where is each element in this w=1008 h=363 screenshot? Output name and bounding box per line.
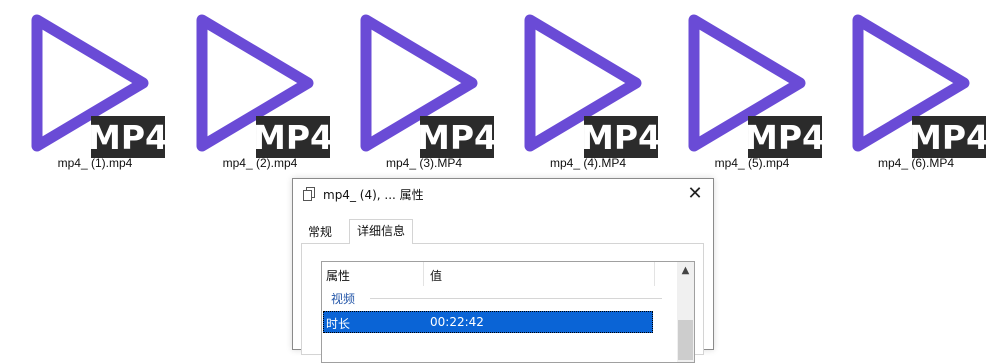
file-item[interactable]: MP4 mp4_ (4).MP4: [513, 4, 663, 174]
column-divider[interactable]: [423, 262, 424, 286]
video-file-thumbnail-icon: MP4: [524, 14, 658, 158]
mp4-badge: MP4: [253, 118, 330, 157]
document-icon: [303, 187, 315, 201]
column-header-value[interactable]: 值: [430, 267, 442, 284]
group-divider: [370, 298, 662, 299]
mp4-badge: MP4: [417, 118, 494, 157]
file-name: mp4_ (3).MP4: [385, 156, 463, 170]
property-list[interactable]: 属性 值 视频 时长 00:22:42 ▲: [321, 261, 695, 363]
file-grid: MP4 mp4_ (1).mp4 MP4 mp4_ (2).mp4 MP4 mp…: [0, 0, 1008, 180]
file-name: mp4_ (6).MP4: [877, 156, 955, 170]
video-file-thumbnail-icon: MP4: [196, 14, 330, 158]
file-name: mp4_ (1).mp4: [57, 156, 133, 170]
scroll-thumb[interactable]: [678, 320, 693, 360]
mp4-badge: MP4: [581, 118, 658, 157]
video-file-thumbnail-icon: MP4: [31, 14, 165, 158]
video-file-thumbnail-icon: MP4: [360, 14, 494, 158]
file-name: mp4_ (4).MP4: [549, 156, 627, 170]
tab-details[interactable]: 详细信息: [349, 219, 414, 244]
video-file-thumbnail-icon: MP4: [688, 14, 822, 158]
mp4-badge: MP4: [745, 118, 822, 157]
file-item[interactable]: MP4 mp4_ (2).mp4: [185, 4, 335, 174]
group-header-video: 视频: [322, 288, 672, 308]
scroll-up-icon[interactable]: ▲: [677, 262, 694, 279]
details-panel: 属性 值 视频 时长 00:22:42 ▲: [301, 243, 704, 363]
group-label: 视频: [331, 292, 356, 306]
file-item[interactable]: MP4 mp4_ (6).MP4: [841, 4, 991, 174]
mp4-badge: MP4: [88, 118, 165, 157]
file-item[interactable]: MP4 mp4_ (3).MP4: [349, 4, 499, 174]
close-icon: ✕: [687, 183, 703, 204]
property-value: 00:22:42: [430, 315, 484, 329]
tab-general[interactable]: 常规: [301, 221, 339, 243]
list-row-selected[interactable]: 时长 00:22:42: [323, 311, 653, 333]
close-button[interactable]: ✕: [683, 182, 707, 206]
tab-bar: 常规 详细信息: [301, 219, 701, 245]
list-header: 属性 值: [322, 262, 672, 286]
column-header-property[interactable]: 属性: [326, 267, 350, 284]
properties-dialog: mp4_ (4), ... 属性 ✕ 常规 详细信息 属性 值 视频 时长 00…: [292, 178, 714, 363]
vertical-scrollbar[interactable]: ▲: [677, 262, 694, 362]
dialog-titlebar[interactable]: mp4_ (4), ... 属性 ✕: [293, 179, 713, 209]
file-name: mp4_ (5).mp4: [714, 156, 790, 170]
file-name: mp4_ (2).mp4: [222, 156, 298, 170]
dialog-title: mp4_ (4), ... 属性: [323, 188, 424, 202]
property-name: 时长: [326, 317, 351, 331]
file-item[interactable]: MP4 mp4_ (1).mp4: [20, 4, 170, 174]
mp4-badge: MP4: [909, 118, 986, 157]
column-divider[interactable]: [654, 262, 655, 286]
file-item[interactable]: MP4 mp4_ (5).mp4: [677, 4, 827, 174]
video-file-thumbnail-icon: MP4: [852, 14, 986, 158]
